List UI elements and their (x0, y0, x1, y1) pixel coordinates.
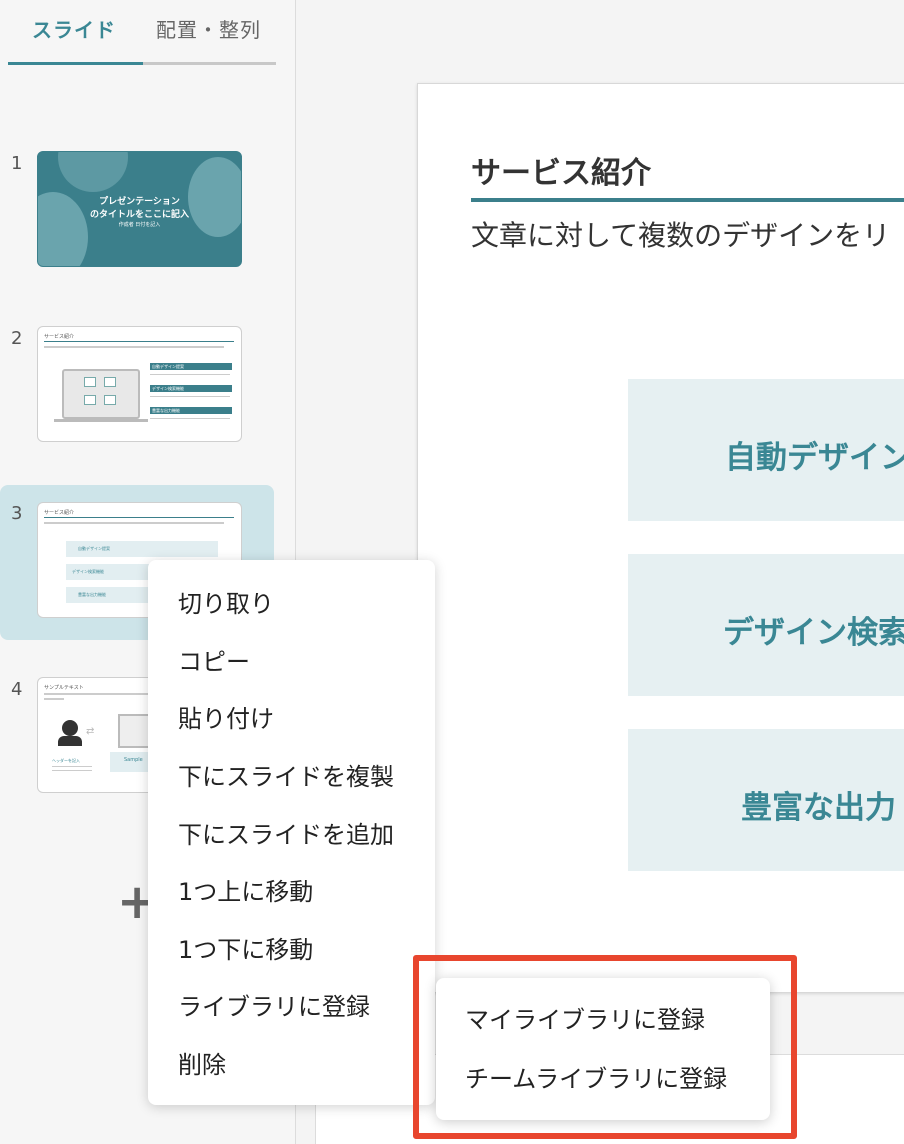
context-menu: 切り取り コピー 貼り付け 下にスライドを複製 下にスライドを追加 1つ上に移動… (148, 560, 435, 1105)
slide-body-text[interactable]: 文章に対して複数のデザインをリ (471, 214, 890, 254)
thumb-text-line (44, 522, 224, 524)
menu-item-register-library[interactable]: ライブラリに登録 (178, 987, 370, 1022)
thumb-item-label: 豊富な出力機能 (78, 592, 106, 597)
person-icon (62, 720, 78, 736)
slide-title[interactable]: サービス紹介 (471, 148, 651, 192)
thumb-text-line (150, 396, 230, 397)
slide-number: 1 (11, 153, 23, 174)
thumb-subtitle: 作成者 日付を記入 (118, 222, 161, 228)
chart-icon (84, 377, 96, 387)
thumb-brand: Sample (124, 757, 143, 763)
library-submenu: マイライブラリに登録 チームライブラリに登録 (436, 978, 770, 1120)
laptop-base (54, 419, 148, 422)
thumb-title: のタイトルをここに記入 (89, 210, 189, 220)
thumb-text-line (150, 374, 230, 375)
thumb-item-label: 豊富な出力機能 (152, 408, 180, 413)
feature-label: 豊富な出力 (741, 790, 896, 826)
menu-item-copy[interactable]: コピー (178, 642, 250, 677)
thumb-item-label: デザイン検索機能 (152, 386, 184, 391)
slide-number: 4 (11, 679, 23, 700)
thumb-text-line (44, 693, 154, 695)
thumb-caption: ヘッダーを記入 (52, 758, 80, 763)
menu-item-add-below[interactable]: 下にスライドを追加 (178, 815, 394, 850)
exchange-arrows-icon: ⇄ (86, 726, 95, 737)
slide-thumbnail-2[interactable]: サービス紹介 自動デザイン提案 デザイン検索機能 豊富な出力機能 (37, 326, 242, 442)
thumb-text-line (52, 766, 92, 767)
menu-item-move-up[interactable]: 1つ上に移動 (178, 872, 313, 907)
share-icon (104, 395, 116, 405)
thumb-item-label: 自動デザイン提案 (78, 546, 110, 551)
person-icon-body (58, 736, 82, 746)
thumb-text-line (150, 418, 230, 419)
thumb-rule (44, 517, 234, 518)
thumb-item-label: デザイン検索機能 (72, 569, 104, 574)
thumb-text-line (44, 346, 224, 348)
decor-shape (58, 152, 128, 192)
slide-thumbnail-1[interactable]: プレゼンテーション のタイトルをここに記入 作成者 日付を記入 (37, 151, 242, 267)
thumb-heading: サンプルテキスト (44, 685, 84, 691)
menu-item-delete[interactable]: 削除 (178, 1045, 226, 1080)
image-icon (84, 395, 96, 405)
slide-number: 3 (11, 503, 23, 524)
title-rule (471, 198, 904, 202)
doc-icon (104, 377, 116, 387)
feature-label: 自動デザイン (725, 440, 904, 476)
thumb-text-line (44, 698, 64, 700)
menu-item-cut[interactable]: 切り取り (178, 584, 274, 619)
tab-active-indicator (8, 62, 143, 65)
thumb-heading: サービス紹介 (44, 334, 75, 340)
thumb-title: プレゼンテーション (99, 197, 180, 207)
menu-item-team-library[interactable]: チームライブラリに登録 (465, 1059, 727, 1094)
menu-item-my-library[interactable]: マイライブラリに登録 (465, 1000, 705, 1035)
tab-slides[interactable]: スライド (32, 14, 116, 46)
slide-number: 2 (11, 328, 23, 349)
menu-item-move-down[interactable]: 1つ下に移動 (178, 930, 313, 965)
thumb-heading: サービス紹介 (44, 510, 75, 516)
thumb-text-line (52, 770, 92, 771)
menu-item-paste[interactable]: 貼り付け (178, 699, 274, 734)
laptop-illustration (62, 369, 140, 419)
menu-item-duplicate-below[interactable]: 下にスライドを複製 (178, 757, 394, 792)
tab-arrange[interactable]: 配置・整列 (156, 14, 261, 46)
thumb-rule (44, 341, 234, 342)
thumb-item-label: 自動デザイン提案 (152, 364, 184, 369)
feature-label: デザイン検索 (723, 615, 904, 651)
